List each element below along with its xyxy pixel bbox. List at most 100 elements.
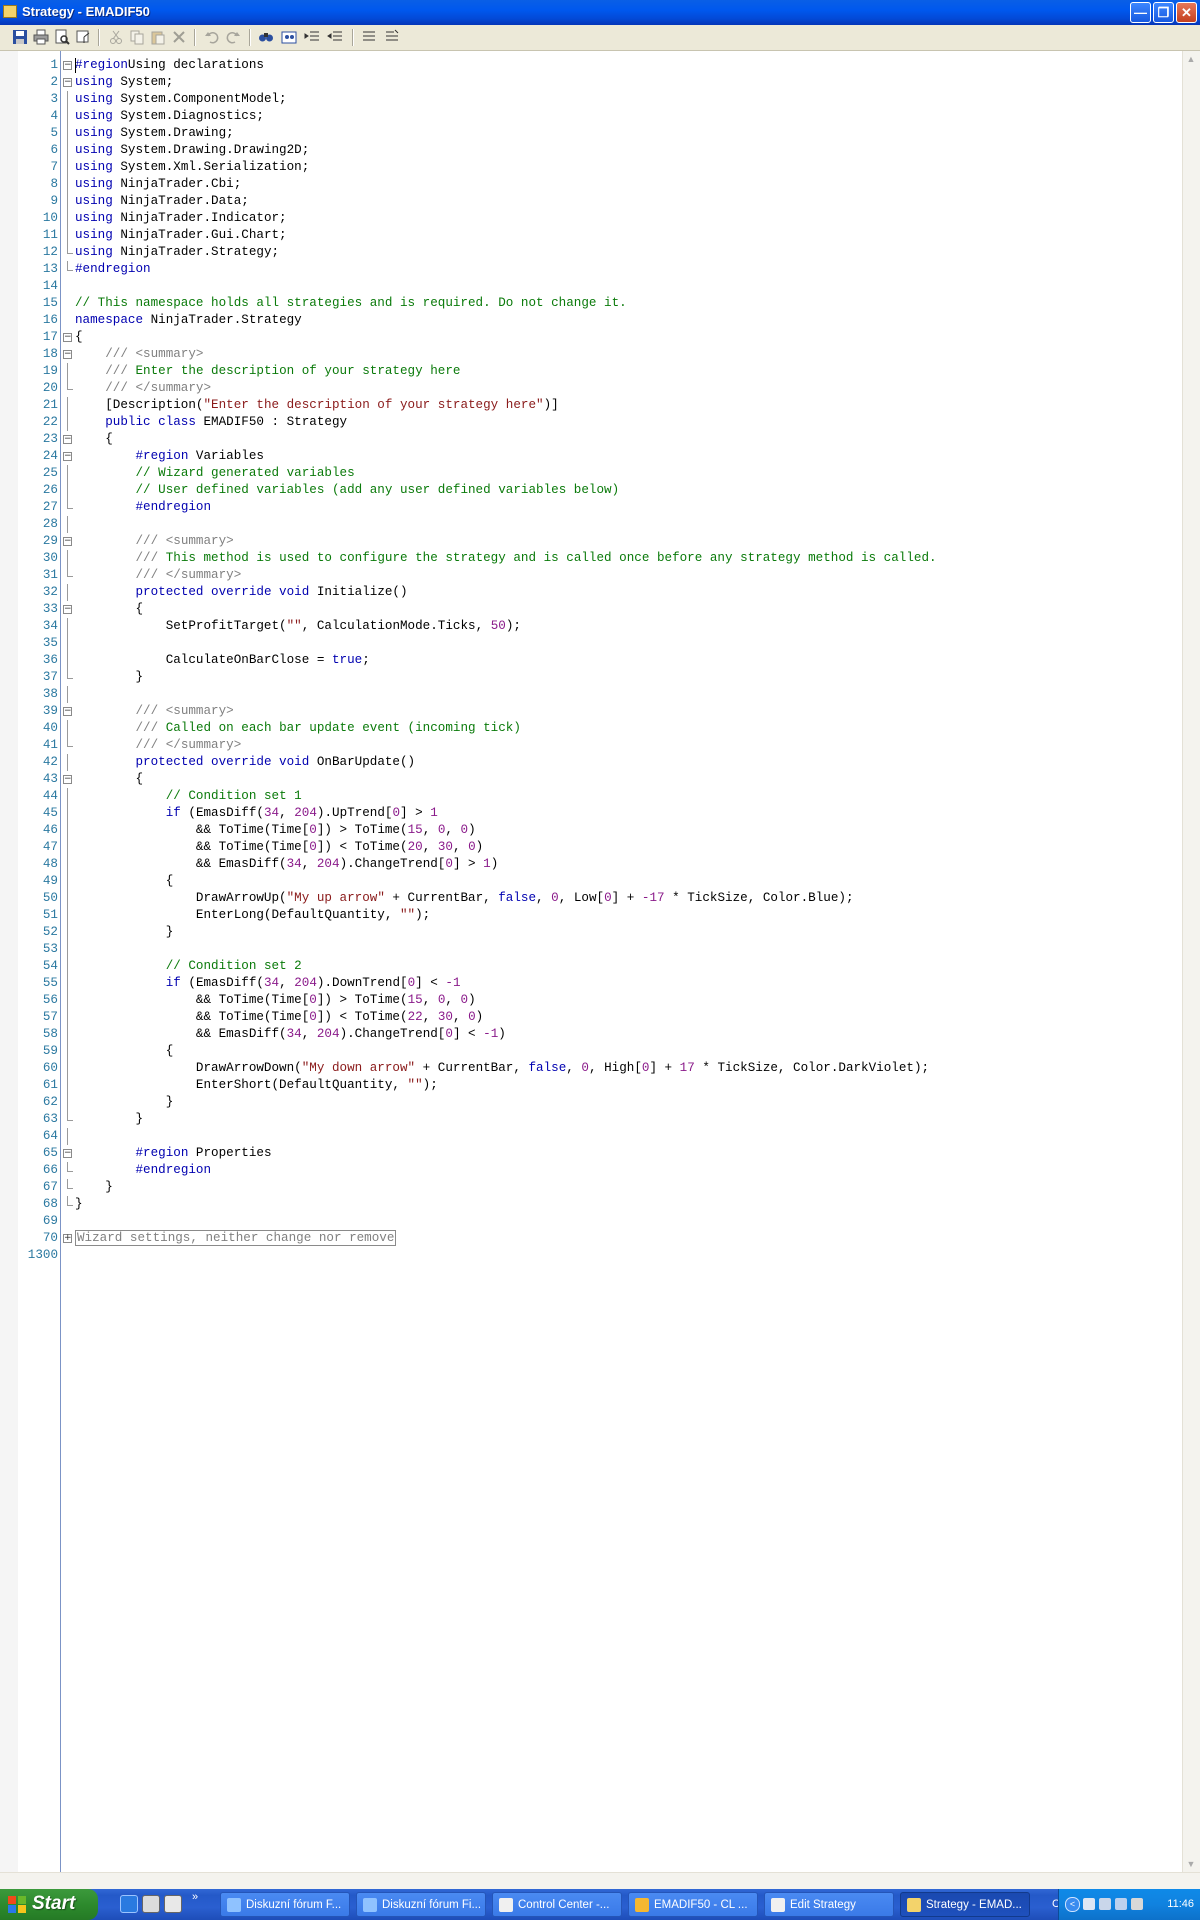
find-replace-icon[interactable]: [281, 29, 297, 45]
code-line[interactable]: 64: [0, 1128, 1182, 1145]
paste-icon[interactable]: [150, 29, 166, 45]
copy-icon[interactable]: [129, 29, 145, 45]
code-line[interactable]: 58 && EmasDiff(34, 204).ChangeTrend[0] <…: [0, 1026, 1182, 1043]
code-line[interactable]: 23− {: [0, 431, 1182, 448]
tray-expand-icon[interactable]: <: [1065, 1897, 1080, 1912]
code-line[interactable]: 66 #endregion: [0, 1162, 1182, 1179]
collapse-region-icon[interactable]: −: [63, 452, 72, 461]
code-line[interactable]: 70 + Wizard settings, neither change nor r…: [0, 1230, 1182, 1247]
scroll-up-icon[interactable]: ▲: [1185, 53, 1197, 65]
maximize-button[interactable]: ❐: [1153, 2, 1174, 23]
tray-app-icon[interactable]: [1099, 1898, 1111, 1910]
code-line[interactable]: 4 using System.Diagnostics;: [0, 108, 1182, 125]
quick-launch-more-icon[interactable]: »: [192, 1891, 198, 1903]
expand-region-icon[interactable]: +: [63, 1234, 72, 1243]
collapse-region-icon[interactable]: −: [63, 605, 72, 614]
code-line[interactable]: 2− using System;: [0, 74, 1182, 91]
code-line[interactable]: 39− /// <summary>: [0, 703, 1182, 720]
taskbar-button[interactable]: Control Center -...: [492, 1892, 622, 1917]
media-player-quicklaunch-icon[interactable]: [164, 1895, 182, 1913]
code-line[interactable]: 9 using NinjaTrader.Data;: [0, 193, 1182, 210]
code-line[interactable]: 7 using System.Xml.Serialization;: [0, 159, 1182, 176]
code-line[interactable]: 34 SetProfitTarget("", CalculationMode.T…: [0, 618, 1182, 635]
outdent-icon[interactable]: [327, 29, 343, 45]
code-line[interactable]: 25 // Wizard generated variables: [0, 465, 1182, 482]
indent-icon[interactable]: [304, 29, 320, 45]
code-line[interactable]: 62 }: [0, 1094, 1182, 1111]
code-line[interactable]: 51 EnterLong(DefaultQuantity, "");: [0, 907, 1182, 924]
clock[interactable]: 11:46: [1167, 1898, 1194, 1910]
print-icon[interactable]: [33, 29, 49, 45]
code-line[interactable]: 52 }: [0, 924, 1182, 941]
code-line[interactable]: 49 {: [0, 873, 1182, 890]
taskbar-button[interactable]: Diskuzní fórum Fi...: [356, 1892, 486, 1917]
collapse-region-icon[interactable]: −: [63, 78, 72, 87]
code-line[interactable]: 38: [0, 686, 1182, 703]
close-button[interactable]: ✕: [1176, 2, 1197, 23]
collapse-region-icon[interactable]: −: [63, 1149, 72, 1158]
code-line[interactable]: 18− /// <summary>: [0, 346, 1182, 363]
code-line[interactable]: 40 /// Called on each bar update event (…: [0, 720, 1182, 737]
code-editor[interactable]: 1− #regionUsing declarations 2− using Syste…: [0, 51, 1182, 1872]
code-line[interactable]: 15 // This namespace holds all strategies…: [0, 295, 1182, 312]
taskbar-button[interactable]: Strategy - EMAD...: [900, 1892, 1030, 1917]
code-line[interactable]: 8 using NinjaTrader.Cbi;: [0, 176, 1182, 193]
code-line[interactable]: 53: [0, 941, 1182, 958]
vertical-scrollbar[interactable]: ▲ ▼: [1182, 51, 1200, 1872]
scroll-down-icon[interactable]: ▼: [1185, 1858, 1197, 1870]
outlook-quicklaunch-icon[interactable]: [142, 1895, 160, 1913]
code-line[interactable]: 60 DrawArrowDown("My down arrow" + Curre…: [0, 1060, 1182, 1077]
ie-quicklaunch-icon[interactable]: [120, 1895, 138, 1913]
code-line[interactable]: 6 using System.Drawing.Drawing2D;: [0, 142, 1182, 159]
code-line[interactable]: 31 /// </summary>: [0, 567, 1182, 584]
code-line[interactable]: 65− #region Properties: [0, 1145, 1182, 1162]
collapse-region-icon[interactable]: −: [63, 435, 72, 444]
collapse-region-icon[interactable]: −: [63, 775, 72, 784]
start-button[interactable]: Start: [0, 1889, 98, 1920]
code-line[interactable]: 12 using NinjaTrader.Strategy;: [0, 244, 1182, 261]
code-line[interactable]: 22 public class EMADIF50 : Strategy: [0, 414, 1182, 431]
code-line[interactable]: 61 EnterShort(DefaultQuantity, "");: [0, 1077, 1182, 1094]
code-line[interactable]: 57 && ToTime(Time[0]) < ToTime(22, 30, 0…: [0, 1009, 1182, 1026]
code-line[interactable]: 43− {: [0, 771, 1182, 788]
taskbar-button[interactable]: Edit Strategy: [764, 1892, 894, 1917]
code-line[interactable]: 68}: [0, 1196, 1182, 1213]
code-line[interactable]: 44 // Condition set 1: [0, 788, 1182, 805]
code-line[interactable]: 29− /// <summary>: [0, 533, 1182, 550]
code-line[interactable]: 63 }: [0, 1111, 1182, 1128]
minimize-button[interactable]: —: [1130, 2, 1151, 23]
code-line[interactable]: 56 && ToTime(Time[0]) > ToTime(15, 0, 0): [0, 992, 1182, 1009]
code-line[interactable]: 20 /// </summary>: [0, 380, 1182, 397]
collapse-region-icon[interactable]: −: [63, 537, 72, 546]
code-line[interactable]: 17−{: [0, 329, 1182, 346]
code-line[interactable]: 33− {: [0, 601, 1182, 618]
code-line[interactable]: 69: [0, 1213, 1182, 1230]
code-line[interactable]: 32 protected override void Initialize(): [0, 584, 1182, 601]
code-line[interactable]: 14: [0, 278, 1182, 295]
code-line[interactable]: 24− #region Variables: [0, 448, 1182, 465]
uncomment-icon[interactable]: [384, 29, 400, 45]
code-line[interactable]: 50 DrawArrowUp("My up arrow" + CurrentBa…: [0, 890, 1182, 907]
code-line[interactable]: 54 // Condition set 2: [0, 958, 1182, 975]
delete-icon[interactable]: [171, 29, 187, 45]
code-line[interactable]: 42 protected override void OnBarUpdate(): [0, 754, 1182, 771]
network-tray-icon[interactable]: [1083, 1898, 1095, 1910]
code-line[interactable]: 46 && ToTime(Time[0]) > ToTime(15, 0, 0): [0, 822, 1182, 839]
collapsed-region-label[interactable]: Wizard settings, neither change nor remo…: [75, 1230, 397, 1246]
code-line[interactable]: 21 [Description("Enter the description o…: [0, 397, 1182, 414]
code-line[interactable]: 19 /// Enter the description of your str…: [0, 363, 1182, 380]
code-line[interactable]: 45 if (EmasDiff(34, 204).UpTrend[0] > 1: [0, 805, 1182, 822]
code-line[interactable]: 67 }: [0, 1179, 1182, 1196]
code-line[interactable]: 59 {: [0, 1043, 1182, 1060]
code-line[interactable]: 26 // User defined variables (add any us…: [0, 482, 1182, 499]
code-line[interactable]: 1300: [0, 1247, 1182, 1264]
undo-icon[interactable]: [204, 29, 220, 45]
taskbar-button[interactable]: Diskuzní fórum F...: [220, 1892, 350, 1917]
code-line[interactable]: 30 /// This method is used to configure …: [0, 550, 1182, 567]
taskbar-button[interactable]: EMADIF50 - CL ...: [628, 1892, 758, 1917]
comment-icon[interactable]: [361, 29, 377, 45]
save-icon[interactable]: [12, 29, 28, 45]
code-line[interactable]: 55 if (EmasDiff(34, 204).DownTrend[0] < …: [0, 975, 1182, 992]
security-tray-icon[interactable]: [1131, 1898, 1143, 1910]
code-line[interactable]: 5 using System.Drawing;: [0, 125, 1182, 142]
